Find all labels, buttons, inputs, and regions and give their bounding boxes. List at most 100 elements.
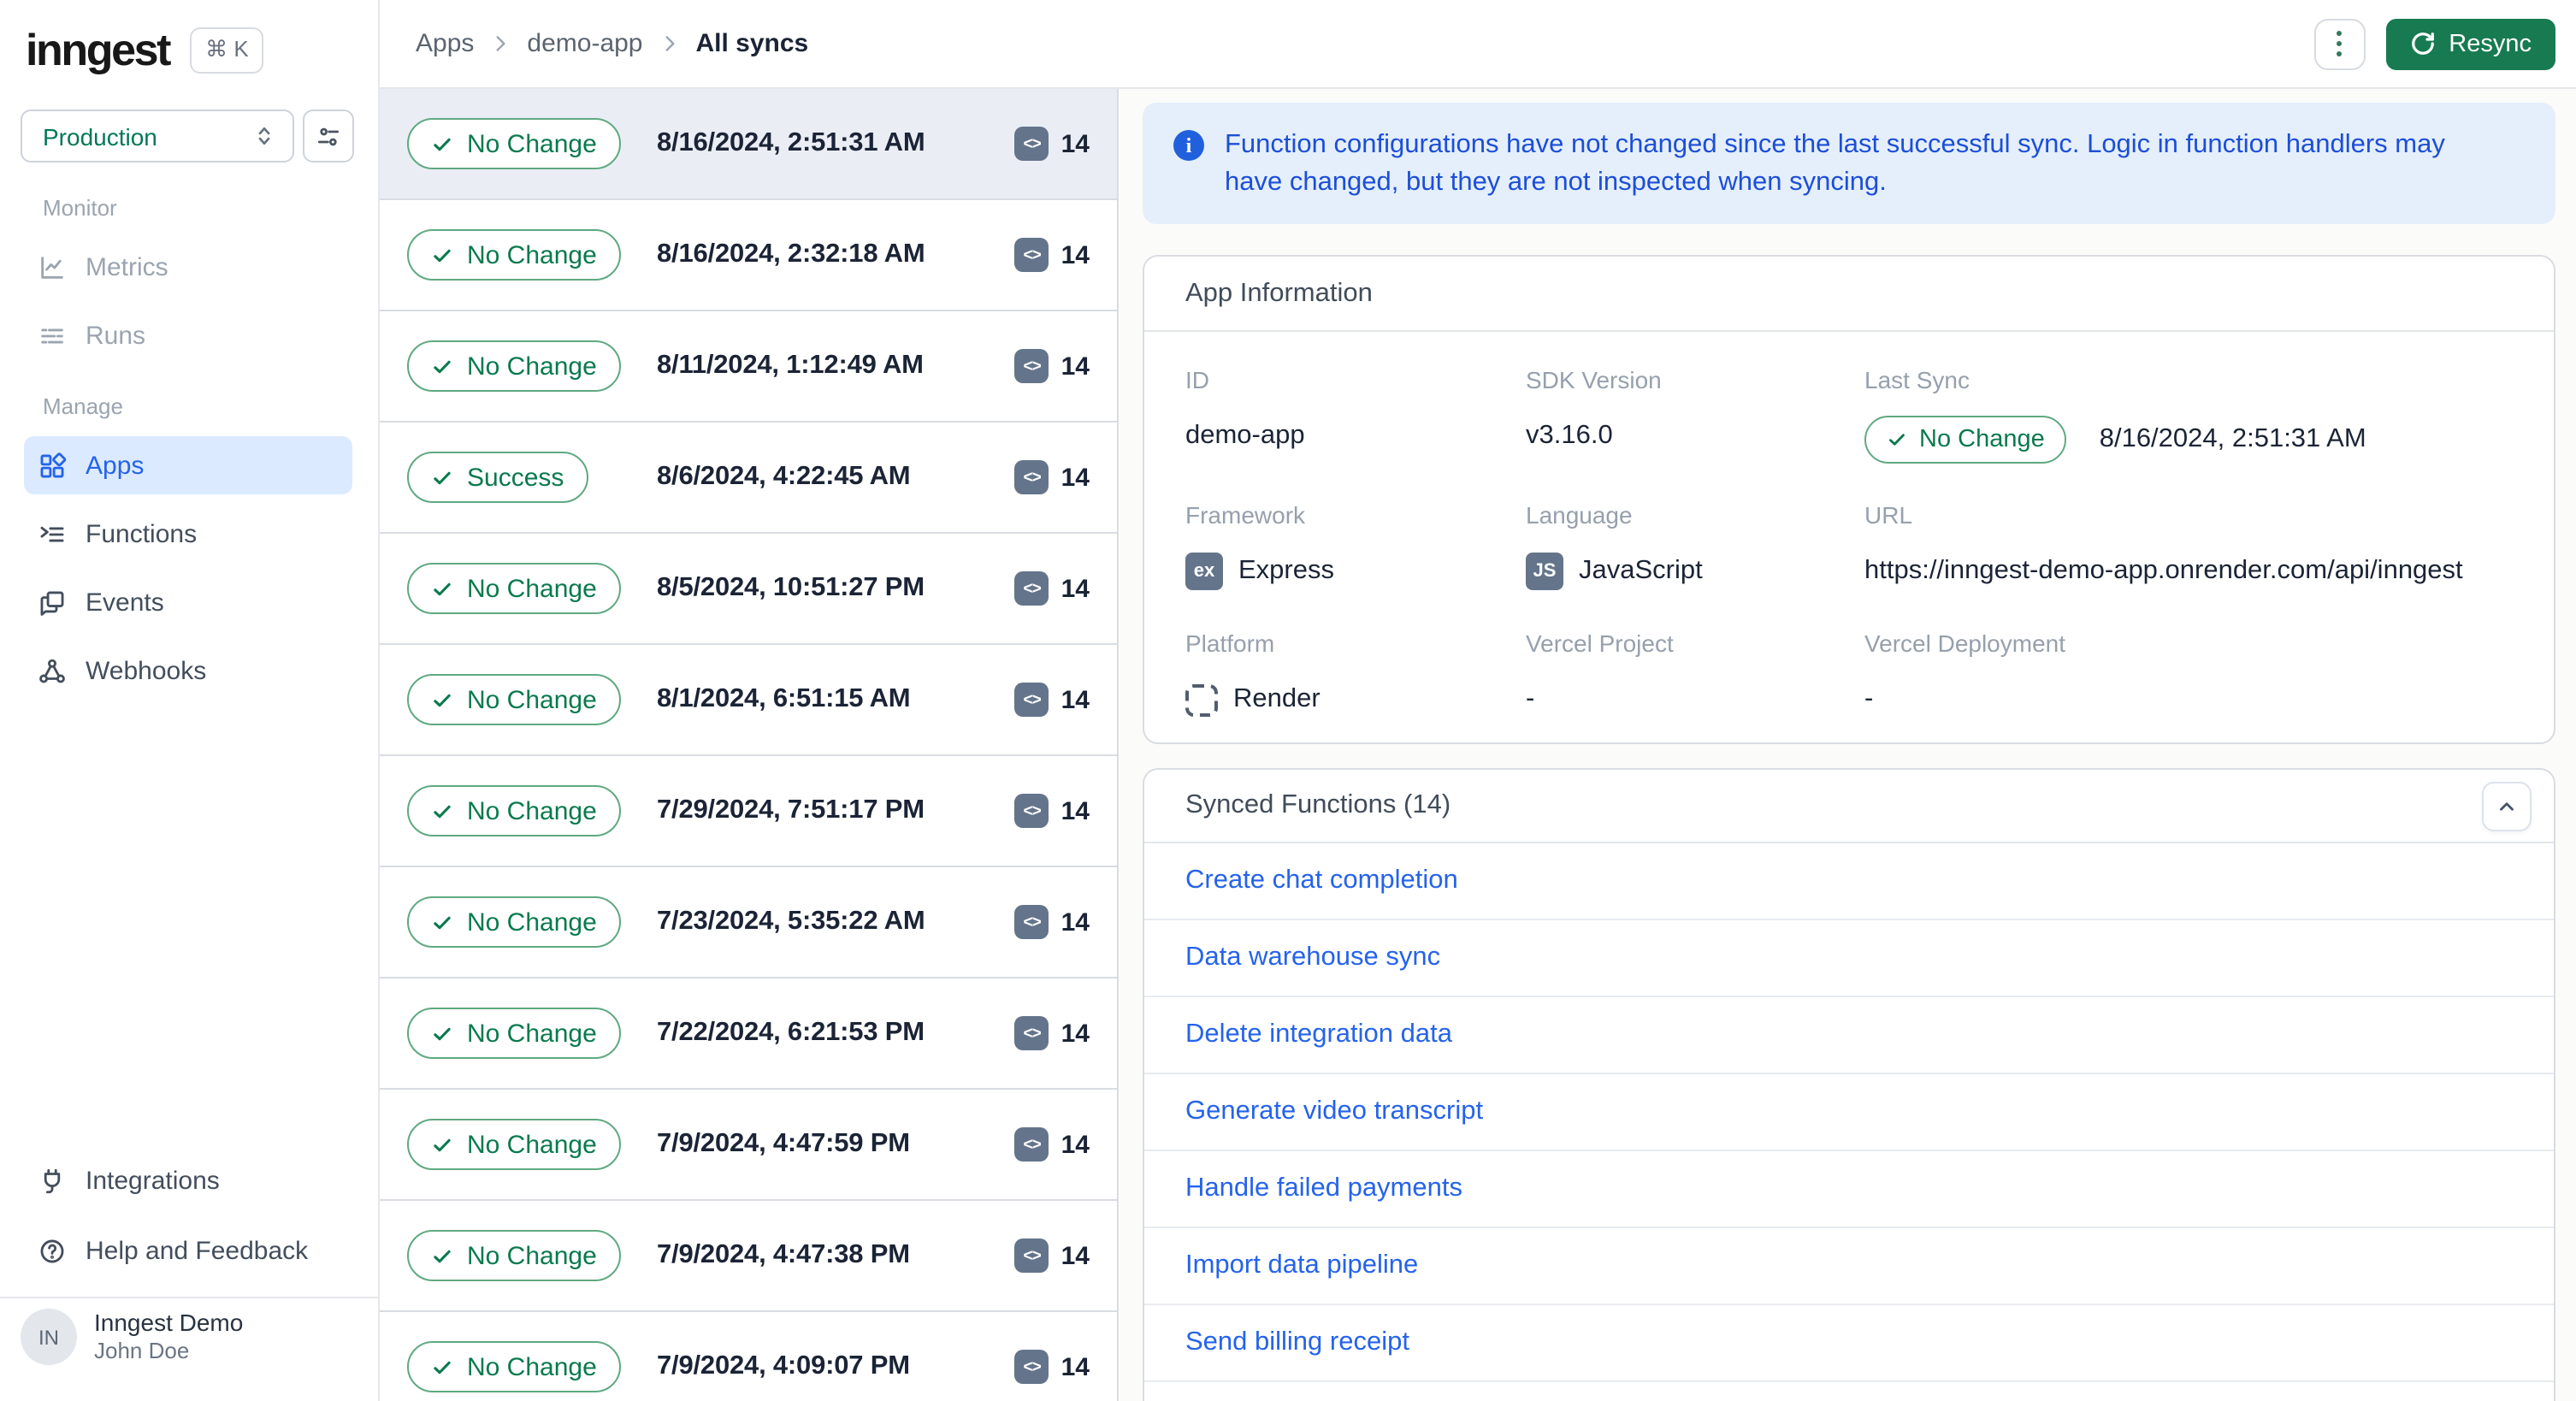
field-label: Framework xyxy=(1185,501,1306,529)
code-icon: <> xyxy=(1014,1350,1049,1384)
check-icon xyxy=(434,1138,451,1151)
topbar: Apps demo-app All syncs Resync xyxy=(380,0,2576,89)
inngest-logo[interactable]: inngest xyxy=(26,24,172,75)
sync-row[interactable]: No Change 7/23/2024, 5:35:22 AM <> 14 xyxy=(380,867,1117,978)
sync-timestamp: 7/9/2024, 4:09:07 PM xyxy=(657,1351,910,1380)
sidebar-item-webhooks[interactable]: Webhooks xyxy=(24,641,352,700)
code-icon: <> xyxy=(1014,238,1049,272)
field-label: Vercel Deployment xyxy=(1864,630,2066,657)
sync-status-badge: No Change xyxy=(407,563,621,614)
app-info-field: Platform Render xyxy=(1185,630,1526,720)
synced-function-link[interactable]: Handle failed payments xyxy=(1185,1173,1462,1204)
sync-row[interactable]: No Change 8/16/2024, 2:32:18 AM <> 14 xyxy=(380,200,1117,311)
sync-timestamp: 7/29/2024, 7:51:17 PM xyxy=(657,795,925,825)
chevron-up-icon xyxy=(2496,795,2518,817)
sync-function-count: 14 xyxy=(1061,352,1090,381)
sync-row[interactable]: Success 8/6/2024, 4:22:45 AM <> 14 xyxy=(380,423,1117,534)
sidebar-item-metrics[interactable]: Metrics xyxy=(24,238,352,296)
sync-timestamp: 8/16/2024, 2:32:18 AM xyxy=(657,239,925,269)
code-icon: <> xyxy=(1014,571,1049,606)
sync-row[interactable]: No Change 8/16/2024, 2:51:31 AM <> 14 xyxy=(380,89,1117,200)
environment-select[interactable]: Production xyxy=(21,109,294,163)
sidebar-item-apps[interactable]: Apps xyxy=(24,436,352,494)
sidebar-item-label: Integrations xyxy=(86,1166,220,1195)
sync-timestamp: 7/22/2024, 6:21:53 PM xyxy=(657,1018,925,1047)
field-value-icon: JS xyxy=(1526,553,1563,590)
sync-row[interactable]: No Change 8/1/2024, 6:51:15 AM <> 14 xyxy=(380,645,1117,756)
sync-list: No Change 8/16/2024, 2:51:31 AM <> 14 No… xyxy=(380,89,1119,1401)
sync-status-badge: No Change xyxy=(407,340,621,392)
sidebar-item-label: Runs xyxy=(86,321,146,350)
field-value: JavaScript xyxy=(1579,556,1703,585)
more-actions-button[interactable] xyxy=(2313,18,2366,69)
sync-status-badge: No Change xyxy=(407,229,621,281)
sync-row[interactable]: No Change 7/9/2024, 4:47:59 PM <> 14 xyxy=(380,1090,1117,1201)
check-icon xyxy=(434,1360,451,1374)
sidebar-item-help[interactable]: Help and Feedback xyxy=(24,1221,352,1280)
command-k-shortcut-badge[interactable]: ⌘ K xyxy=(190,27,264,73)
sync-status-label: No Change xyxy=(467,685,597,714)
sync-timestamp: 8/11/2024, 1:12:49 AM xyxy=(657,351,924,380)
no-change-badge: No Change xyxy=(1864,416,2067,464)
field-label: SDK Version xyxy=(1526,366,1662,393)
sync-function-count: 14 xyxy=(1061,463,1090,492)
synced-function-link[interactable]: Generate video transcript xyxy=(1185,1097,1483,1127)
sync-status-label: No Change xyxy=(467,352,597,381)
sync-status-badge: No Change xyxy=(407,674,621,725)
field-label: Vercel Project xyxy=(1526,630,1674,657)
sidebar: inngest ⌘ K Production Monitor Metrics R… xyxy=(0,0,380,1401)
runs-icon xyxy=(38,321,67,350)
sidebar-item-integrations[interactable]: Integrations xyxy=(24,1151,352,1209)
sync-row[interactable]: No Change 8/5/2024, 10:51:27 PM <> 14 xyxy=(380,534,1117,645)
field-value-icon xyxy=(1185,683,1218,716)
environment-settings-button[interactable] xyxy=(303,109,354,163)
field-value: demo-app xyxy=(1185,421,1305,450)
synced-function-link[interactable]: Send billing receipt xyxy=(1185,1327,1409,1358)
app-root: inngest ⌘ K Production Monitor Metrics R… xyxy=(0,0,2576,1401)
resync-button[interactable]: Resync xyxy=(2385,18,2555,69)
synced-function-link[interactable]: Delete integration data xyxy=(1185,1020,1452,1050)
sync-status-label: No Change xyxy=(467,1241,597,1270)
sync-row[interactable]: No Change 7/22/2024, 6:21:53 PM <> 14 xyxy=(380,978,1117,1090)
sync-row[interactable]: No Change 7/29/2024, 7:51:17 PM <> 14 xyxy=(380,756,1117,867)
apps-icon xyxy=(38,451,67,480)
sidebar-item-functions[interactable]: Functions xyxy=(24,505,352,563)
sync-row[interactable]: No Change 7/9/2024, 4:09:07 PM <> 14 xyxy=(380,1312,1117,1401)
sidebar-section-monitor: Monitor xyxy=(43,195,117,221)
functions-icon xyxy=(38,519,67,548)
breadcrumb-demo-app[interactable]: demo-app xyxy=(527,29,642,58)
collapse-button[interactable] xyxy=(2482,781,2532,831)
sync-function-count: 14 xyxy=(1061,1352,1090,1381)
field-value: v3.16.0 xyxy=(1526,421,1613,450)
synced-function-link[interactable]: Data warehouse sync xyxy=(1185,943,1440,973)
sync-function-count: 14 xyxy=(1061,240,1090,269)
app-info-field: SDK Version v3.16.0 xyxy=(1526,366,1864,464)
synced-function-link[interactable]: Import data pipeline xyxy=(1185,1250,1418,1281)
code-icon: <> xyxy=(1014,460,1049,494)
sidebar-item-runs[interactable]: Runs xyxy=(24,306,352,364)
sync-timestamp: 8/5/2024, 10:51:27 PM xyxy=(657,573,925,602)
synced-function-row: Create chat completion xyxy=(1144,843,2554,920)
synced-functions-card: Synced Functions (14) Create chat comple… xyxy=(1143,768,2555,1401)
sidebar-item-events[interactable]: Events xyxy=(24,573,352,631)
user-menu[interactable]: IN Inngest Demo John Doe xyxy=(21,1309,243,1365)
synced-function-link[interactable]: Create chat completion xyxy=(1185,866,1458,896)
info-icon: i xyxy=(1173,130,1204,161)
breadcrumb: Apps demo-app All syncs xyxy=(416,29,808,58)
code-icon: <> xyxy=(1014,1238,1049,1273)
sidebar-divider xyxy=(0,1297,378,1298)
sync-row[interactable]: No Change 7/9/2024, 4:47:38 PM <> 14 xyxy=(380,1201,1117,1312)
user-name: John Doe xyxy=(94,1338,190,1363)
sync-timestamp: 8/16/2024, 2:51:31 AM xyxy=(657,128,925,157)
sync-row[interactable]: No Change 8/11/2024, 1:12:49 AM <> 14 xyxy=(380,311,1117,423)
sync-status-label: No Change xyxy=(467,907,597,937)
check-icon xyxy=(434,693,451,706)
user-org: Inngest Demo xyxy=(94,1309,244,1336)
app-information-grid: ID demo-app SDK Version v3.16.0 Last Syn… xyxy=(1144,332,2554,720)
sync-status-label: No Change xyxy=(467,1352,597,1381)
sync-timestamp: 7/9/2024, 4:47:59 PM xyxy=(657,1129,910,1158)
sidebar-item-label: Metrics xyxy=(86,252,168,281)
sync-status-label: Success xyxy=(467,463,564,492)
breadcrumb-apps[interactable]: Apps xyxy=(416,29,474,58)
sync-function-count: 14 xyxy=(1061,796,1090,825)
